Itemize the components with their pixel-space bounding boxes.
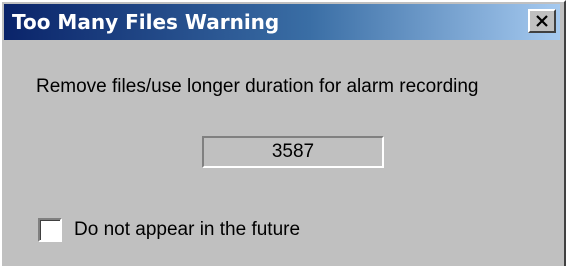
title-bar[interactable]: Too Many Files Warning <box>4 4 560 40</box>
file-count-display: 3587 <box>202 136 384 168</box>
close-button[interactable] <box>528 9 556 33</box>
dialog-title: Too Many Files Warning <box>12 10 280 34</box>
close-icon <box>536 15 548 27</box>
warning-message: Remove files/use longer duration for ala… <box>36 76 479 97</box>
checkbox-label[interactable]: Do not appear in the future <box>74 219 300 241</box>
do-not-appear-checkbox[interactable] <box>38 218 62 242</box>
do-not-appear-option[interactable]: Do not appear in the future <box>38 218 300 242</box>
window-edge <box>566 0 570 266</box>
